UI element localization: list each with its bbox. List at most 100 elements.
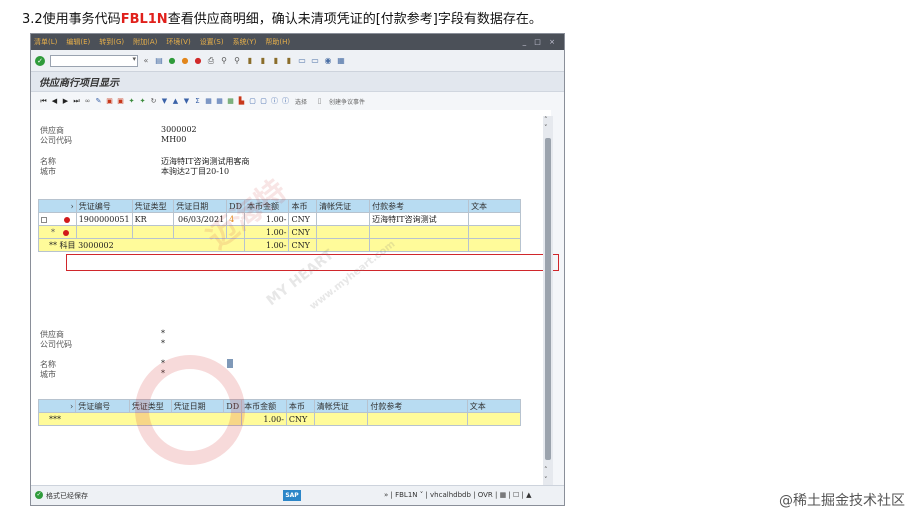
- col-amount[interactable]: 本币金额: [241, 399, 287, 413]
- menu-list[interactable]: 清单(L): [34, 37, 57, 47]
- account-total-currency: CNY: [288, 238, 318, 252]
- caption-suffix: 查看供应商明细，确认未清项凭证的[付款参考]字段有数据存在。: [167, 12, 542, 27]
- refresh-icon[interactable]: ↻: [149, 97, 158, 106]
- col-amount[interactable]: 本币金额: [243, 199, 290, 213]
- col-dd[interactable]: DD: [226, 199, 245, 213]
- enter-icon[interactable]: ✓: [35, 55, 45, 66]
- cancel-icon[interactable]: ●: [193, 56, 203, 66]
- previous-icon[interactable]: ◀: [50, 97, 59, 106]
- col-clearing[interactable]: 清帐凭证: [316, 199, 371, 213]
- find-icon[interactable]: ⚲: [219, 56, 229, 66]
- row-checkbox[interactable]: [41, 216, 47, 223]
- back-icon[interactable]: ●: [167, 56, 177, 66]
- glasses-icon[interactable]: ∞: [83, 97, 92, 106]
- cell-clearing: [316, 212, 371, 226]
- standard-toolbar: ✓ ▾ « ▤ ● ● ● ⎙ ⚲ ⚲ ▮ ▮ ▮ ▮ ▭ ▭ ◉ ▦: [31, 50, 564, 72]
- vendor-value: 3000002: [161, 125, 197, 134]
- col-currency[interactable]: 本币: [285, 399, 315, 413]
- print-preview-icon[interactable]: ▢: [259, 97, 268, 106]
- subtotal-icon[interactable]: ▦: [204, 97, 213, 106]
- clear-icon[interactable]: ✦: [127, 97, 136, 106]
- back-arrows-icon[interactable]: «: [141, 56, 151, 66]
- layout-icon[interactable]: ▦: [336, 56, 346, 66]
- menu-system[interactable]: 系统(Y): [233, 37, 257, 47]
- city-value: 本驹达2丁目20-10: [161, 167, 230, 176]
- scroll-down-page-icon[interactable]: ˄: [544, 466, 548, 474]
- next-page-icon[interactable]: ▮: [271, 56, 281, 66]
- expand-header[interactable]: ›: [38, 199, 77, 213]
- col-doc-date[interactable]: 凭证日期: [173, 199, 228, 213]
- company-code-value-2: *: [161, 339, 165, 348]
- graphic-icon[interactable]: ▙: [237, 97, 246, 106]
- menu-edit[interactable]: 编辑(E): [66, 37, 90, 47]
- menu-help[interactable]: 帮助(H): [265, 37, 290, 47]
- shortcut-icon[interactable]: ▭: [310, 56, 320, 66]
- col-text[interactable]: 文本: [468, 199, 521, 213]
- table-row[interactable]: 1900000051 KR 06/03/2021 4 1.00- CNY 迈海特…: [38, 212, 521, 226]
- col-currency[interactable]: 本币: [288, 199, 318, 213]
- sum-icon[interactable]: Σ: [193, 97, 202, 106]
- menu-settings[interactable]: 设置(S): [200, 37, 224, 47]
- pencil-icon[interactable]: ✎: [94, 97, 103, 106]
- last-icon[interactable]: ⏭: [72, 97, 81, 106]
- open-item-status-icon: [63, 216, 70, 223]
- detail-icon[interactable]: ✦: [138, 97, 147, 106]
- filter-icon[interactable]: ▼: [160, 97, 169, 106]
- col-doc-no[interactable]: 凭证编号: [75, 399, 130, 413]
- col-doc-type[interactable]: 凭证类型: [131, 199, 175, 213]
- table-header-row: › 凭证编号 凭证类型 凭证日期 DD 本币金额 本币 清帐凭证 付款参考 文本: [38, 199, 521, 213]
- next-icon[interactable]: ▶: [61, 97, 70, 106]
- export-icon[interactable]: ▦: [226, 97, 235, 106]
- cell-doc-date: 06/03/2021: [173, 212, 228, 226]
- report-area: 供应商 3000002 公司代码 MH00 名称 迈海特IT咨询测试用客商 城市…: [31, 110, 551, 485]
- doc-icon[interactable]: ▣: [105, 97, 114, 106]
- col-pay-ref[interactable]: 付款参考: [367, 399, 468, 413]
- print-icon[interactable]: ⎙: [206, 56, 216, 66]
- menu-environment[interactable]: 环境(V): [166, 37, 190, 47]
- sap-logo: SAP: [283, 490, 301, 501]
- scroll-up-icon[interactable]: ˄: [544, 116, 548, 124]
- menu-goto[interactable]: 转到(G): [99, 37, 124, 47]
- layout-select-icon[interactable]: ▦: [215, 97, 224, 106]
- scroll-thumb[interactable]: [545, 138, 551, 460]
- find-next-icon[interactable]: ⚲: [232, 56, 242, 66]
- col-clearing[interactable]: 清帐凭证: [313, 399, 369, 413]
- cursor-marker: [227, 359, 233, 368]
- subtotal-status-icon: [62, 229, 69, 236]
- last-page-icon[interactable]: ▮: [284, 56, 294, 66]
- cell-doc-no[interactable]: 1900000051: [75, 212, 133, 226]
- scroll-up-page-icon[interactable]: ˅: [544, 124, 548, 132]
- save-icon[interactable]: ▤: [154, 56, 164, 66]
- exit-icon[interactable]: ●: [180, 56, 190, 66]
- col-doc-no[interactable]: 凭证编号: [75, 199, 133, 213]
- command-field[interactable]: ▾: [50, 54, 138, 67]
- col-text[interactable]: 文本: [466, 399, 522, 413]
- col-pay-ref[interactable]: 付款参考: [369, 199, 470, 213]
- select-icon[interactable]: ⓘ: [281, 97, 290, 106]
- new-session-icon[interactable]: ▭: [297, 56, 307, 66]
- first-icon[interactable]: ⏮: [39, 97, 48, 106]
- window-controls[interactable]: _ □ ×: [523, 38, 558, 46]
- create-dispute-label[interactable]: 创建争议事件: [329, 97, 365, 106]
- sort-desc-icon[interactable]: ▼: [182, 97, 191, 106]
- status-bar: ✓ 格式已经保存 SAP » | FBL1N ˅ | vhcalhdbdb | …: [31, 485, 564, 505]
- document-icon[interactable]: ▯: [315, 97, 324, 106]
- menu-extras[interactable]: 附加(A): [133, 37, 157, 47]
- expand-header[interactable]: ›: [37, 399, 77, 413]
- help-icon[interactable]: ◉: [323, 56, 333, 66]
- caption-prefix: 3.2使用事务代码: [22, 12, 121, 27]
- chevron-down-icon[interactable]: ▾: [132, 55, 136, 63]
- system-info[interactable]: » | FBL1N ˅ | vhcalhdbdb | OVR | ▦ | ☐ |…: [384, 491, 531, 499]
- scroll-down-icon[interactable]: ˅: [544, 476, 548, 484]
- sort-asc-icon[interactable]: ▲: [171, 97, 180, 106]
- account-total-amount: 1.00-: [243, 238, 290, 252]
- filter-doc-icon[interactable]: ▣: [116, 97, 125, 106]
- view-icon[interactable]: ▢: [248, 97, 257, 106]
- info-icon[interactable]: ⓘ: [270, 97, 279, 106]
- vertical-scrollbar[interactable]: ˄ ˅ ˄ ˅: [543, 116, 553, 496]
- prev-page-icon[interactable]: ▮: [258, 56, 268, 66]
- select-label[interactable]: 选择: [295, 97, 307, 106]
- line-items-table: › 凭证编号 凭证类型 凭证日期 DD 本币金额 本币 清帐凭证 付款参考 文本…: [38, 199, 521, 252]
- first-page-icon[interactable]: ▮: [245, 56, 255, 66]
- subtotal-amount: 1.00-: [243, 225, 290, 239]
